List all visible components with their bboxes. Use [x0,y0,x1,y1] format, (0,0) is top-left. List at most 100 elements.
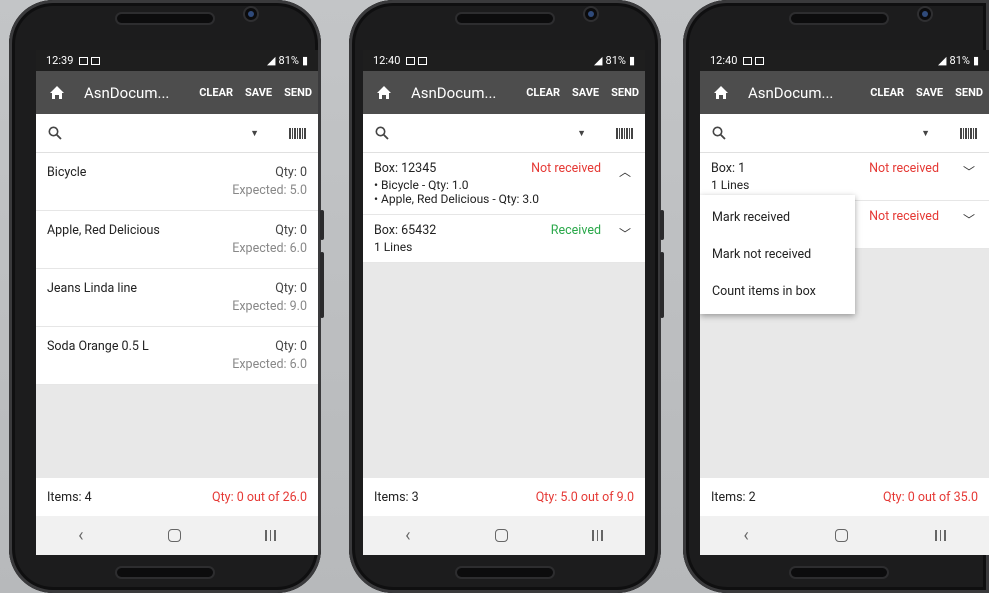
back-icon[interactable]: ‹ [743,525,748,546]
item-qty: Qty: 0 [275,281,307,296]
chevron-down-icon[interactable]: ﹀ [963,211,975,228]
summary-footer: Items: 2 Qty: 0 out of 35.0 [700,478,989,516]
context-menu: Mark received Mark not received Count it… [700,195,855,314]
clear-button[interactable]: CLEAR [526,86,560,99]
app-title: AsnDocum... [84,83,170,102]
list-item[interactable]: Jeans Linda line Qty: 0 Expected: 9.0 [36,269,318,327]
save-button[interactable]: SAVE [245,86,272,99]
menu-item-mark-received[interactable]: Mark received [700,199,855,236]
android-nav-bar: ‹ [36,516,318,555]
home-nav-icon[interactable] [835,529,849,542]
list-item[interactable]: Soda Orange 0.5 L Qty: 0 Expected: 6.0 [36,327,318,385]
menu-item-count-items[interactable]: Count items in box [700,273,855,310]
recents-icon[interactable] [592,530,603,541]
clear-button[interactable]: CLEAR [199,86,233,99]
app-bar: AsnDocum... CLEAR SAVE SEND [363,71,645,114]
box-line: • Apple, Red Delicious - Qty: 3.0 [374,192,540,206]
save-button[interactable]: SAVE [916,86,943,99]
recents-icon[interactable] [265,530,276,541]
summary-footer: Items: 3 Qty: 5.0 out of 9.0 [363,478,645,516]
notification-icon [755,56,765,65]
search-bar[interactable]: ▼ [700,114,989,153]
side-button [660,252,664,318]
summary-footer: Items: 4 Qty: 0 out of 26.0 [36,478,318,516]
list-item[interactable]: Bicycle Qty: 0 Expected: 5.0 [36,153,318,211]
save-button[interactable]: SAVE [572,86,599,99]
phone-frame: 12:40 ◢ 81% ▮ AsnDocum... CLEAR SAVE SEN… [349,0,664,593]
status-time: 12:40 [373,54,401,67]
list-item[interactable]: Apple, Red Delicious Qty: 0 Expected: 6.… [36,211,318,269]
items-count: Items: 3 [374,489,419,505]
search-icon[interactable] [48,126,62,140]
status-time: 12:39 [46,54,74,67]
image-icon [79,56,89,65]
app-title: AsnDocum... [411,83,497,102]
box-line: • Bicycle - Qty: 1.0 [374,178,469,192]
android-nav-bar: ‹ [700,516,989,555]
image-icon [743,56,753,65]
chevron-up-icon[interactable]: ︿ [619,163,631,180]
battery-text: 81% [605,54,626,67]
box-lines-count: 1 Lines [711,178,750,192]
chevron-down-icon[interactable]: ﹀ [963,163,975,180]
home-nav-icon[interactable] [494,529,508,542]
signal-icon: ◢ [594,54,603,67]
search-icon[interactable] [375,126,389,140]
send-button[interactable]: SEND [284,86,312,99]
battery-text: 81% [949,54,970,67]
battery-icon: ▮ [301,54,308,67]
barcode-icon[interactable] [289,127,306,139]
items-count: Items: 4 [47,489,92,505]
box-row[interactable]: Box: 12345 • Bicycle - Qty: 1.0 • Apple,… [363,153,645,215]
home-nav-icon[interactable] [167,529,181,542]
dropdown-caret-icon[interactable]: ▼ [250,128,259,139]
home-icon[interactable] [373,82,395,104]
app-bar: AsnDocum... CLEAR SAVE SEND [700,71,989,114]
phone-frame: 12:40 ◢ 81% ▮ AsnDocum... CLEAR SAVE SEN… [683,0,989,593]
qty-total: Qty: 0 out of 35.0 [882,489,978,505]
app-title: AsnDocum... [748,83,834,102]
box-status: Not received [869,209,939,224]
search-icon[interactable] [712,126,726,140]
home-icon[interactable] [710,82,732,104]
send-button[interactable]: SEND [955,86,983,99]
barcode-icon[interactable] [960,127,977,139]
bottom-grille [791,568,887,577]
front-camera [245,8,257,20]
item-expected: Expected: 6.0 [232,241,307,256]
battery-icon: ▮ [972,54,979,67]
item-expected: Expected: 5.0 [232,183,307,198]
chevron-down-icon[interactable]: ﹀ [619,225,631,242]
item-name: Jeans Linda line [47,281,138,296]
box-status: Not received [869,161,939,176]
recents-icon[interactable] [935,530,946,541]
side-button [320,210,324,240]
notification-icon [91,56,101,65]
battery-icon: ▮ [628,54,635,67]
item-name: Soda Orange 0.5 L [47,339,149,354]
back-icon[interactable]: ‹ [78,525,83,546]
qty-total: Qty: 5.0 out of 9.0 [535,489,634,505]
search-bar[interactable]: ▼ [363,114,645,153]
speaker-grille [117,14,213,23]
send-button[interactable]: SEND [611,86,639,99]
search-bar[interactable]: ▼ [36,114,318,153]
status-time: 12:40 [710,54,738,67]
barcode-icon[interactable] [616,127,633,139]
menu-item-mark-not-received[interactable]: Mark not received [700,236,855,273]
box-row[interactable]: Box: 1 1 Lines Not received ﹀ [700,153,989,201]
image-icon [406,56,416,65]
notification-icon [418,56,428,65]
item-qty: Qty: 0 [275,339,307,354]
qty-total: Qty: 0 out of 26.0 [211,489,307,505]
dropdown-caret-icon[interactable]: ▼ [577,128,586,139]
clear-button[interactable]: CLEAR [870,86,904,99]
signal-icon: ◢ [267,54,276,67]
back-icon[interactable]: ‹ [405,525,410,546]
home-icon[interactable] [46,82,68,104]
box-row[interactable]: Box: 65432 1 Lines Received ﹀ [363,215,645,263]
dropdown-caret-icon[interactable]: ▼ [921,128,930,139]
box-status: Not received [531,161,601,176]
bottom-grille [457,568,553,577]
front-camera [585,8,597,20]
